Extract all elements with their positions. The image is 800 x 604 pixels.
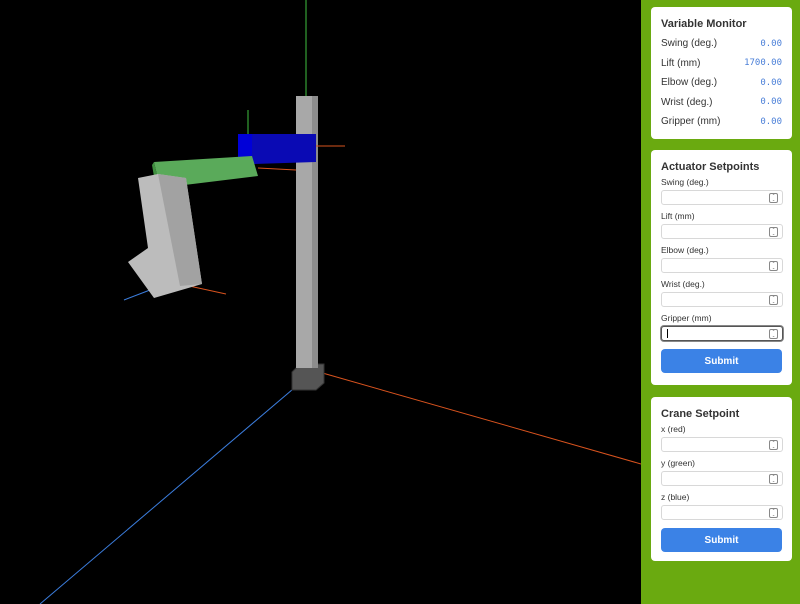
spinner-icon[interactable]: ⌃ ⌄ bbox=[769, 261, 778, 271]
monitor-value: 0.00 bbox=[760, 77, 782, 88]
monitor-label: Gripper (mm) bbox=[661, 116, 721, 128]
swing-input[interactable]: ⌃ ⌄ bbox=[661, 190, 783, 205]
field-label-elbow: Elbow (deg.) bbox=[661, 245, 709, 255]
lift-input[interactable]: ⌃ ⌄ bbox=[661, 224, 783, 239]
field-label-gripper: Gripper (mm) bbox=[661, 313, 712, 323]
crane-submit-button[interactable]: Submit bbox=[661, 528, 782, 552]
spinner-icon[interactable]: ⌃ ⌄ bbox=[769, 508, 778, 518]
monitor-row-elbow: Elbow (deg.) 0.00 bbox=[661, 73, 782, 93]
monitor-value: 1700.00 bbox=[744, 58, 782, 69]
x-input[interactable]: ⌃ ⌄ bbox=[661, 437, 783, 452]
wrist-input[interactable]: ⌃ ⌄ bbox=[661, 292, 783, 307]
monitor-label: Swing (deg.) bbox=[661, 38, 718, 50]
elbow-input[interactable]: ⌃ ⌄ bbox=[661, 258, 783, 273]
variable-monitor-panel: Variable Monitor Swing (deg.) 0.00 Lift … bbox=[651, 7, 792, 139]
wrist-frame-axis-z bbox=[123, 289, 151, 301]
field-label-swing: Swing (deg.) bbox=[661, 177, 709, 187]
monitor-label: Wrist (deg.) bbox=[661, 96, 713, 108]
field-label-z: z (blue) bbox=[661, 492, 690, 502]
monitor-row-swing: Swing (deg.) 0.00 bbox=[661, 34, 782, 54]
monitor-value: 0.00 bbox=[760, 38, 782, 49]
monitor-value: 0.00 bbox=[760, 97, 782, 108]
monitor-row-gripper: Gripper (mm) 0.00 bbox=[661, 112, 782, 132]
spinner-icon[interactable]: ⌃ ⌄ bbox=[769, 193, 778, 203]
field-label-x: x (red) bbox=[661, 424, 686, 434]
spinner-icon[interactable]: ⌃ ⌄ bbox=[769, 227, 778, 237]
arm-frame-axis bbox=[257, 167, 297, 171]
crane-scene bbox=[39, 0, 641, 604]
z-input[interactable]: ⌃ ⌄ bbox=[661, 505, 783, 520]
spinner-icon[interactable]: ⌃ ⌄ bbox=[769, 440, 778, 450]
monitor-label: Elbow (deg.) bbox=[661, 77, 718, 89]
gripper-input[interactable]: ⌃ ⌄ bbox=[661, 326, 783, 341]
monitor-row-wrist: Wrist (deg.) 0.00 bbox=[661, 93, 782, 113]
spinner-icon[interactable]: ⌃ ⌄ bbox=[769, 329, 778, 339]
text-caret bbox=[667, 329, 668, 338]
world-x-axis bbox=[311, 369, 641, 465]
control-sidebar: Variable Monitor Swing (deg.) 0.00 Lift … bbox=[641, 0, 800, 604]
monitor-label: Lift (mm) bbox=[661, 57, 701, 69]
actuator-setpoints-title: Actuator Setpoints bbox=[661, 161, 760, 173]
crane-setpoint-panel: Crane Setpoint x (red) ⌃ ⌄ y (green) ⌃ ⌄ z… bbox=[651, 397, 792, 561]
3d-viewport[interactable] bbox=[0, 0, 641, 604]
field-label-wrist: Wrist (deg.) bbox=[661, 279, 705, 289]
spinner-icon[interactable]: ⌃ ⌄ bbox=[769, 474, 778, 484]
monitor-value: 0.00 bbox=[760, 116, 782, 127]
field-label-y: y (green) bbox=[661, 458, 696, 468]
world-z-axis bbox=[39, 377, 307, 604]
crane-setpoint-title: Crane Setpoint bbox=[661, 408, 740, 420]
field-label-lift: Lift (mm) bbox=[661, 211, 695, 221]
y-input[interactable]: ⌃ ⌄ bbox=[661, 471, 783, 486]
variable-monitor-title: Variable Monitor bbox=[661, 18, 747, 30]
actuator-submit-button[interactable]: Submit bbox=[661, 349, 782, 373]
spinner-icon[interactable]: ⌃ ⌄ bbox=[769, 295, 778, 305]
monitor-row-lift: Lift (mm) 1700.00 bbox=[661, 54, 782, 74]
actuator-setpoints-panel: Actuator Setpoints Swing (deg.) ⌃ ⌄ Lift … bbox=[651, 150, 792, 385]
